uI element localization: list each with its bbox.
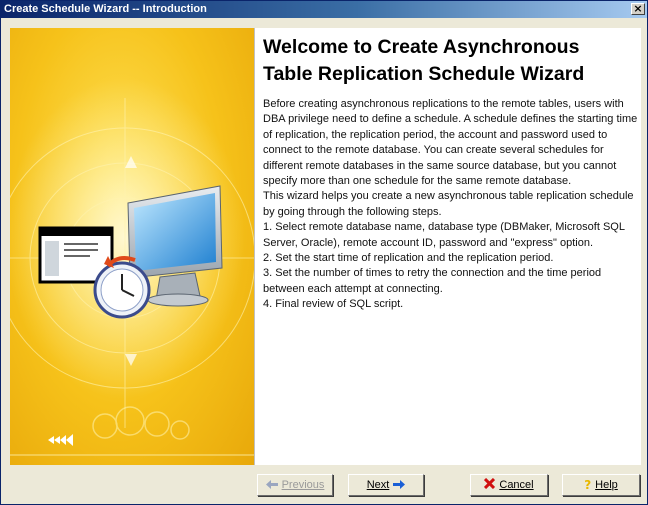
x-icon <box>484 477 496 492</box>
description-paragraph: This wizard helps you create a new async… <box>263 190 634 218</box>
question-icon: ? <box>584 478 592 492</box>
help-button[interactable]: ? Help <box>562 474 640 496</box>
step-item: 2. Set the start time of replication and… <box>263 252 554 265</box>
close-button[interactable]: × <box>631 3 645 15</box>
description-paragraph: Before creating asynchronous replication… <box>263 98 638 188</box>
welcome-title-line1: Welcome to Create Asynchronous <box>263 36 580 58</box>
cancel-button-label: Cancel <box>499 479 534 491</box>
side-banner <box>10 28 254 465</box>
content-panel: Welcome to Create Asynchronous Table Rep… <box>254 28 641 465</box>
help-button-label: Help <box>595 479 618 491</box>
previous-button-label: Previous <box>281 479 325 491</box>
next-button[interactable]: Next <box>348 474 424 496</box>
step-item: 3. Set the number of times to retry the … <box>263 267 602 295</box>
arrow-right-icon <box>393 478 406 492</box>
wizard-window: Create Schedule Wizard -- Introduction × <box>0 0 648 505</box>
step-item: 1. Select remote database name, database… <box>263 221 625 249</box>
previous-button[interactable]: Previous <box>257 474 333 496</box>
arrow-left-icon <box>265 478 278 492</box>
title-bar: Create Schedule Wizard -- Introduction × <box>1 1 647 18</box>
cancel-button[interactable]: Cancel <box>470 474 548 496</box>
next-button-label: Next <box>366 479 390 491</box>
welcome-title-line2: Table Replication Schedule Wizard <box>263 63 585 85</box>
window-title: Create Schedule Wizard -- Introduction <box>4 3 207 15</box>
step-item: 4. Final review of SQL script. <box>263 298 404 311</box>
close-icon: × <box>633 2 643 15</box>
side-banner-illustration <box>10 78 254 456</box>
welcome-title: Welcome to Create Asynchronous Table Rep… <box>263 34 635 88</box>
description-text: Before creating asynchronous replication… <box>263 97 638 313</box>
